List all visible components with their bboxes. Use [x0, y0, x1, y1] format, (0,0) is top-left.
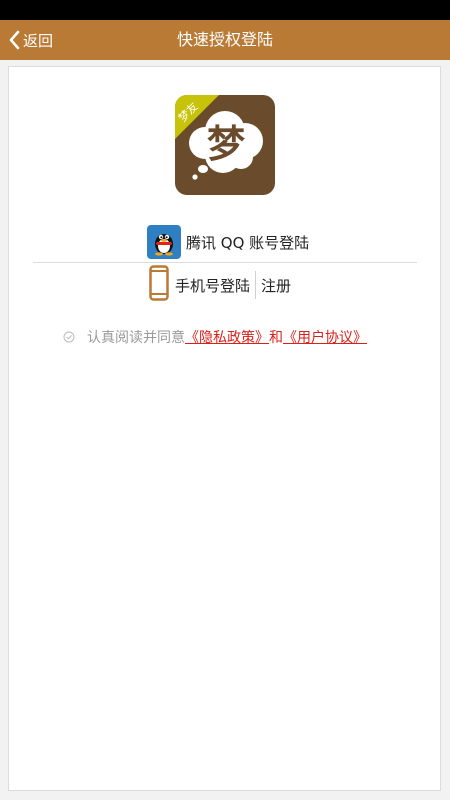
qq-login-label: 腾讯 QQ 账号登陆: [186, 233, 310, 252]
agreement-and: 和: [269, 330, 283, 346]
phone-login-button[interactable]: 手机号登陆: [149, 265, 250, 305]
user-agreement-link[interactable]: 《用户协议》: [283, 327, 367, 347]
phone-icon: [149, 265, 169, 305]
agreement-row: 认真阅读并同意 《隐私政策》 和 《用户协议》: [63, 325, 367, 349]
status-bar: [0, 0, 450, 20]
app-logo: 梦 梦友: [175, 95, 275, 195]
qq-login-button[interactable]: 腾讯 QQ 账号登陆: [147, 224, 309, 260]
register-button[interactable]: 注册: [261, 275, 291, 296]
chevron-left-icon: [8, 30, 20, 50]
agreement-text: 认真阅读并同意: [87, 330, 185, 346]
navigation-bar: 返回 快速授权登陆: [0, 20, 450, 60]
check-circle-icon: [63, 331, 75, 343]
page-title: 快速授权登陆: [176, 30, 273, 49]
phone-login-row: 手机号登陆 注册: [149, 265, 291, 305]
qq-penguin-icon: [147, 225, 181, 259]
privacy-policy-link[interactable]: 《隐私政策》: [185, 327, 269, 347]
back-label: 返回: [23, 31, 54, 50]
login-card: 梦 梦友 腾讯 QQ 账号登陆 手机号登陆 注册 认真阅读并同意 《隐私政策》 …: [8, 66, 441, 791]
back-button[interactable]: 返回: [8, 20, 53, 60]
agreement-checkbox[interactable]: [63, 331, 75, 343]
logo-char: 梦: [206, 122, 245, 166]
phone-login-label: 手机号登陆: [175, 276, 251, 295]
divider: [33, 262, 417, 263]
separator: [255, 271, 257, 299]
